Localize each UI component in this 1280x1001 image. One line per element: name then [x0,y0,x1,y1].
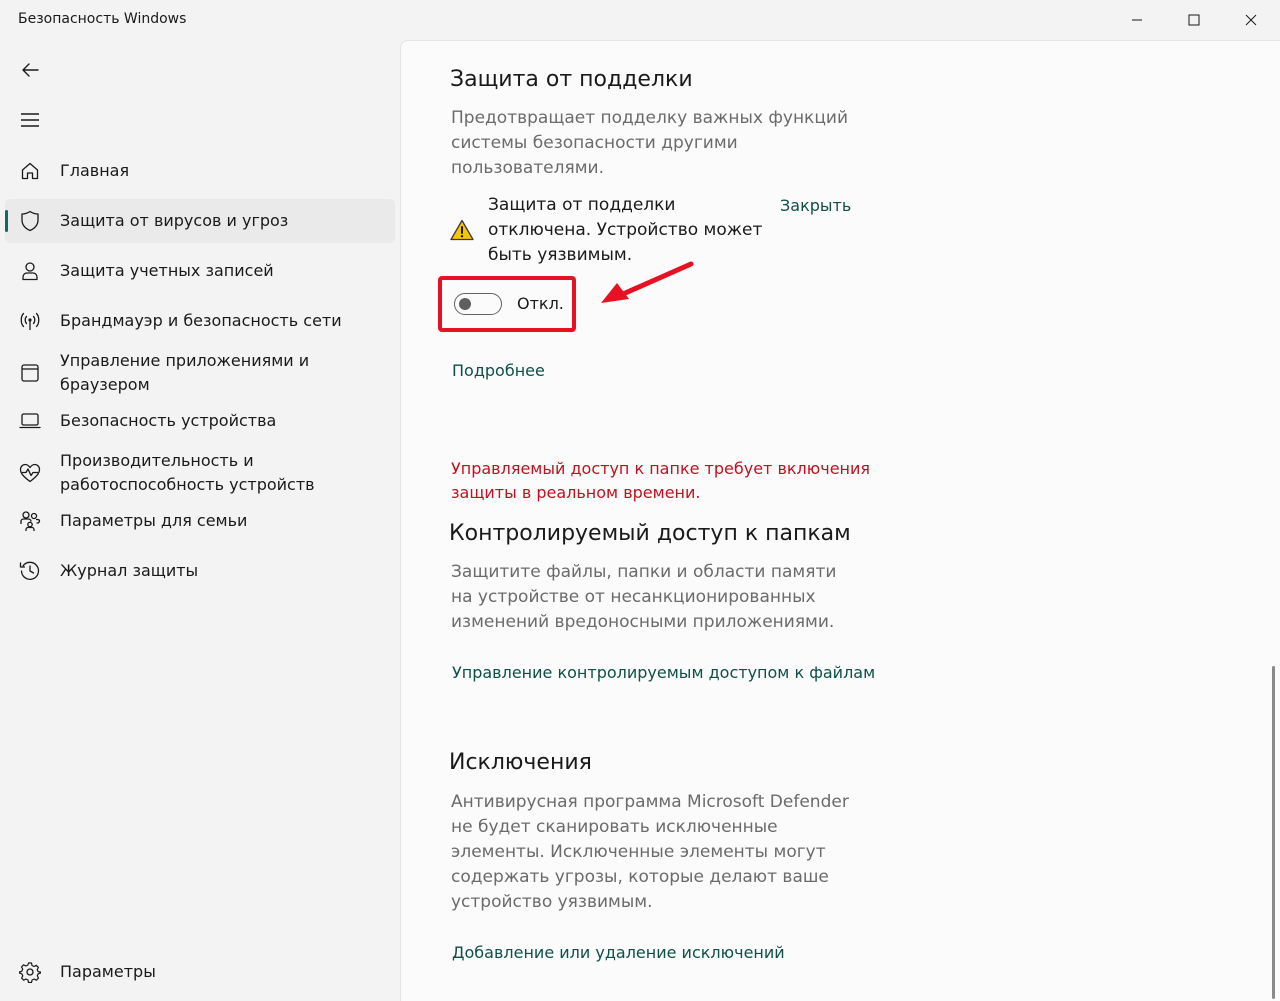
maximize-button[interactable] [1165,0,1223,40]
section-title-exclusions: Исключения [449,750,592,775]
family-icon [18,509,42,533]
menu-button[interactable] [10,100,50,140]
toggle-highlight-frame: Откл. [438,276,576,332]
minimize-icon [1132,19,1142,21]
sidebar-item-label: Параметры [60,962,156,981]
sidebar-item-label: Главная [60,161,130,180]
close-icon [1245,14,1257,26]
sidebar-item-performance[interactable]: Производительность и работоспособность у… [5,447,395,499]
cfa-description: Защитите файлы, папки и области памяти н… [451,562,837,632]
hamburger-icon [21,113,39,127]
laptop-icon [18,409,42,433]
sidebar-item-family[interactable]: Параметры для семьи [5,499,395,543]
sidebar-item-accounts[interactable]: Защита учетных записей [5,249,395,293]
toggle-knob [459,298,471,310]
app-window-icon [18,361,42,385]
tamper-protection-toggle[interactable] [454,293,502,315]
sidebar-item-label: Брандмауэр и безопасность сети [60,311,342,330]
home-icon [18,159,42,183]
back-arrow-icon [22,63,39,77]
sidebar: Главная Защита от вирусов и угроз Защита… [0,40,400,1000]
maximize-icon [1188,14,1200,26]
sidebar-item-label: Журнал защиты [60,561,199,580]
main-content: Защита от подделки Предотвращает подделк… [400,40,1280,1001]
minimize-button[interactable] [1108,0,1166,40]
heart-pulse-icon [18,461,42,485]
gear-icon [18,960,42,984]
sidebar-item-label: Защита учетных записей [60,261,274,280]
sidebar-item-firewall[interactable]: Брандмауэр и безопасность сети [5,299,395,343]
shield-icon [18,209,42,233]
cfa-error-text: Управляемый доступ к папке требует включ… [451,459,871,502]
exclusions-description: Антивирусная программа Microsoft Defende… [451,792,849,912]
sidebar-item-history[interactable]: Журнал защиты [5,549,395,593]
sidebar-item-label: Защита от вирусов и угроз [60,211,289,230]
warning-icon [450,219,474,245]
back-button[interactable] [10,50,50,90]
tamper-warning-text: Защита от подделки отключена. Устройство… [488,195,763,265]
sidebar-item-device-security[interactable]: Безопасность устройства [5,399,395,443]
sidebar-item-label: Безопасность устройства [60,411,277,430]
person-icon [18,259,42,283]
sidebar-item-label: Производительность и работоспособность у… [60,451,315,494]
tamper-description: Предотвращает подделку важных функций си… [451,108,848,178]
sidebar-item-label: Параметры для семьи [60,511,248,530]
vertical-scrollbar[interactable] [1272,666,1275,999]
sidebar-item-home[interactable]: Главная [5,149,395,193]
history-icon [18,559,42,583]
learn-more-link[interactable]: Подробнее [452,361,545,380]
sidebar-item-label: Управление приложениями и браузером [60,351,310,394]
section-title-cfa: Контролируемый доступ к папкам [449,521,851,546]
sidebar-item-virus-protection[interactable]: Защита от вирусов и угроз [5,199,395,243]
close-window-button[interactable] [1222,0,1280,40]
manage-exclusions-link[interactable]: Добавление или удаление исключений [452,943,785,962]
manage-cfa-link[interactable]: Управление контролируемым доступом к фай… [452,663,875,682]
title-bar: Безопасность Windows [0,0,1280,40]
red-arrow-annotation [599,260,695,310]
app-title: Безопасность Windows [18,11,187,27]
sidebar-item-app-browser[interactable]: Управление приложениями и браузером [5,347,395,399]
section-title-tamper: Защита от подделки [450,67,693,92]
close-warning-link[interactable]: Закрыть [780,196,851,215]
wifi-broadcast-icon [18,309,42,333]
toggle-state-label: Откл. [517,294,564,313]
sidebar-item-settings[interactable]: Параметры [5,950,395,994]
